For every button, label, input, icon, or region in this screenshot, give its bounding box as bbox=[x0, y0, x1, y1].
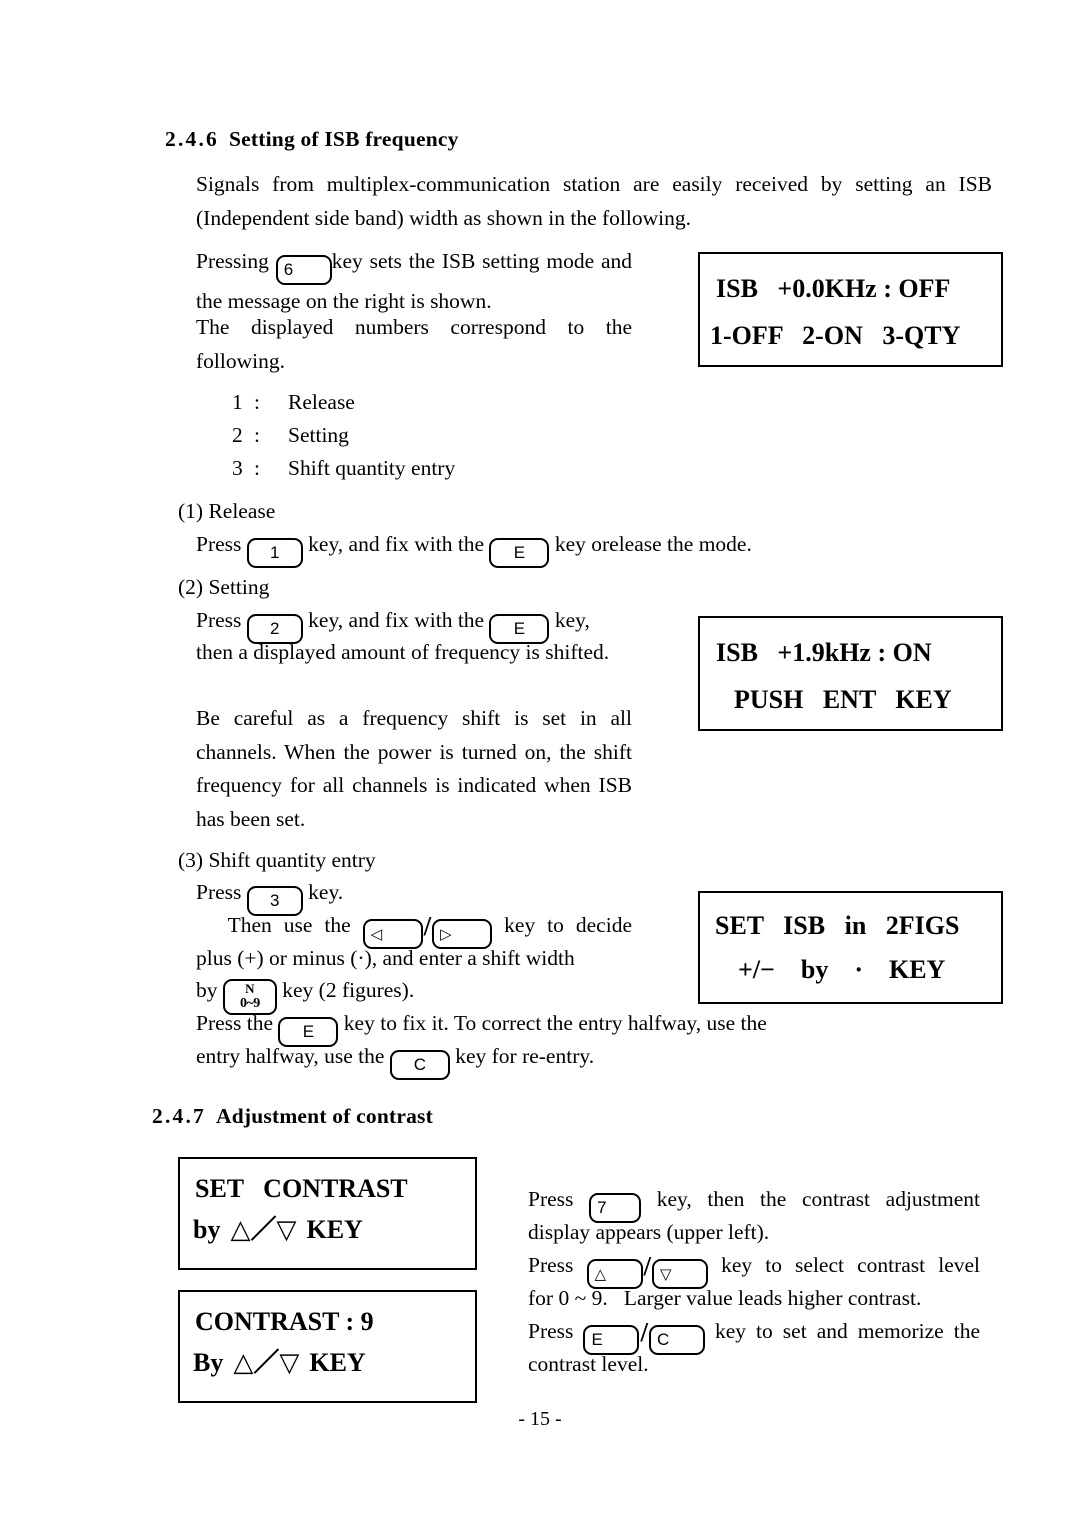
lcd-contrast-by-label: by bbox=[193, 1215, 221, 1244]
release-tail-text: key orelease the mode. bbox=[554, 532, 752, 556]
list-item-label: Release bbox=[288, 390, 355, 414]
section-heading-247: 2.4.7 Adjustment of contrast bbox=[152, 1104, 433, 1129]
release-mid-text: key, and fix with the bbox=[308, 532, 485, 556]
list-item-label: Setting bbox=[288, 423, 349, 447]
section-title-247: Adjustment of contrast bbox=[216, 1104, 433, 1128]
contrast-step-2-text: key to select contrast level bbox=[721, 1253, 981, 1277]
lcd-isb-on-line1: ISB +1.9kHz : ON bbox=[716, 638, 932, 667]
lcd-contrast-by-label: By bbox=[193, 1348, 224, 1377]
key-n-top-label: N bbox=[245, 981, 255, 996]
isb-mode-list: 1: Release 2: Setting 3: Shift quantity ent… bbox=[232, 386, 455, 485]
lcd-display-isb-on: ISB +1.9kHz : ON PUSH ENT KEY bbox=[698, 616, 1003, 731]
list-item-number: 1 bbox=[232, 390, 243, 414]
slash-icon: ／ bbox=[253, 1348, 280, 1377]
lcd-isb-off-line2: 1-OFF 2-ON 3-QTY bbox=[710, 321, 961, 350]
key-1[interactable]: 1 bbox=[246, 538, 303, 568]
lcd-isb-off-line1: ISB +0.0KHz : OFF bbox=[716, 274, 951, 303]
list-item-separator: : bbox=[254, 390, 260, 414]
triangle-down-icon: ▽ bbox=[276, 1215, 297, 1244]
slash-separator: / bbox=[643, 1251, 652, 1281]
lcd-set-contrast-line1: SET CONTRAST bbox=[195, 1174, 408, 1203]
setting-press-label: Press bbox=[196, 608, 242, 632]
release-heading: (1) Release bbox=[178, 499, 276, 523]
page-number: - 15 - bbox=[518, 1408, 562, 1430]
slash-separator: / bbox=[423, 911, 432, 941]
list-item-separator: : bbox=[254, 423, 260, 447]
lcd-display-isb-off: ISB +0.0KHz : OFF 1-OFF 2-ON 3-QTY bbox=[698, 252, 1003, 367]
triangle-up-icon: △ bbox=[233, 1348, 254, 1377]
list-item-number: 2 bbox=[232, 423, 243, 447]
lcd-contrast-key-label: KEY bbox=[309, 1348, 366, 1377]
key-c[interactable]: C bbox=[389, 1050, 450, 1080]
press-the-label: Press the bbox=[196, 1011, 274, 1035]
section-title-246: Setting of ISB frequency bbox=[229, 127, 459, 151]
section-heading-246: 2.4.6 Setting of ISB frequency bbox=[165, 127, 459, 152]
then-use-label: Then use the bbox=[227, 913, 351, 937]
lcd-set-contrast-line2: by △／▽ KEY bbox=[193, 1209, 363, 1246]
list-item: 1: Release bbox=[232, 386, 455, 419]
lcd-isb-on-line2: PUSH ENT KEY bbox=[734, 685, 952, 714]
list-item-label: Shift quantity entry bbox=[288, 456, 456, 480]
document-page: 2.4.6 Setting of ISB frequency Signals fr… bbox=[0, 0, 1080, 1528]
setting-body-1: then a displayed amount of frequency is … bbox=[196, 640, 610, 664]
list-item-separator: : bbox=[254, 456, 260, 480]
fix-it-text: key to fix it. To correct the entry half… bbox=[343, 1011, 767, 1035]
shift-entry-heading: (3) Shift quantity entry bbox=[178, 848, 376, 872]
lcd-contrast-key-label: KEY bbox=[306, 1215, 363, 1244]
by-label: by bbox=[196, 978, 218, 1002]
lcd-display-set-contrast: SET CONTRAST by △／▽ KEY bbox=[178, 1157, 477, 1270]
contrast-step-1-text: key, then the contrast adjustment bbox=[656, 1187, 981, 1211]
contrast-step-1-cont: display appears (upper left). bbox=[528, 1220, 770, 1244]
figures-text: key (2 figures). bbox=[282, 978, 415, 1002]
key-6[interactable]: 6 bbox=[275, 255, 332, 285]
slash-separator: / bbox=[640, 1317, 648, 1347]
isb-intro-paragraph: Signals from multiplex-communication sta… bbox=[196, 172, 992, 230]
triangle-down-icon: ▽ bbox=[279, 1348, 300, 1377]
shift-press-tail: key. bbox=[308, 880, 344, 904]
lcd-set-isb-line2: +/− by · KEY bbox=[738, 955, 946, 984]
contrast-press-2-label: Press bbox=[528, 1253, 574, 1277]
list-item-number: 3 bbox=[232, 456, 243, 480]
pressing-label: Pressing bbox=[196, 249, 269, 273]
isb-numbers-note: The displayed numbers correspond to the … bbox=[196, 315, 632, 373]
contrast-press-1-label: Press bbox=[528, 1187, 574, 1211]
setting-mid-text: key, and fix with the bbox=[308, 608, 485, 632]
section-number-246: 2.4.6 bbox=[165, 127, 219, 151]
release-press-label: Press bbox=[196, 532, 242, 556]
contrast-press-3-label: Press bbox=[528, 1319, 574, 1343]
triangle-up-icon: △ bbox=[230, 1215, 251, 1244]
section-number-247: 2.4.7 bbox=[152, 1104, 206, 1128]
entry-halfway-text: entry halfway, use the bbox=[196, 1044, 385, 1068]
lcd-display-contrast-level: CONTRAST : 9 By △／▽ KEY bbox=[178, 1290, 477, 1403]
contrast-step-3-cont: contrast level. bbox=[528, 1352, 649, 1376]
contrast-step-2-cont: for 0 ~ 9. Larger value leads higher con… bbox=[528, 1286, 922, 1310]
lcd-contrast-9-line2: By △／▽ KEY bbox=[193, 1342, 366, 1379]
release-instruction: Press 1 key, and fix with the E key orel… bbox=[196, 528, 752, 568]
shift-press-label: Press bbox=[196, 880, 242, 904]
lcd-set-isb-line1: SET ISB in 2FIGS bbox=[715, 911, 960, 940]
decide-text-head: key to decide bbox=[504, 913, 632, 937]
lcd-display-set-isb: SET ISB in 2FIGS +/− by · KEY bbox=[698, 891, 1003, 1004]
setting-body-2: Be careful as a frequency shift is set i… bbox=[196, 706, 632, 831]
setting-heading: (2) Setting bbox=[178, 575, 270, 599]
lcd-contrast-9-line1: CONTRAST : 9 bbox=[195, 1307, 374, 1336]
shift-entry-reentry-line: entry halfway, use the C key for re-entr… bbox=[196, 1040, 594, 1080]
list-item: 2: Setting bbox=[232, 419, 455, 452]
contrast-step-3-text: key to set and memorize the bbox=[714, 1319, 981, 1343]
isb-press6-paragraph: Pressing 6 key sets the ISB setting mode … bbox=[196, 245, 632, 319]
reentry-text: key for re-entry. bbox=[455, 1044, 595, 1068]
shift-entry-plusminus-text: plus (+) or minus (·), and enter a shift… bbox=[196, 946, 575, 970]
setting-tail-text: key, bbox=[554, 608, 590, 632]
list-item: 3: Shift quantity entry bbox=[232, 452, 455, 485]
key-e[interactable]: E bbox=[489, 538, 550, 568]
slash-icon: ／ bbox=[250, 1215, 277, 1244]
